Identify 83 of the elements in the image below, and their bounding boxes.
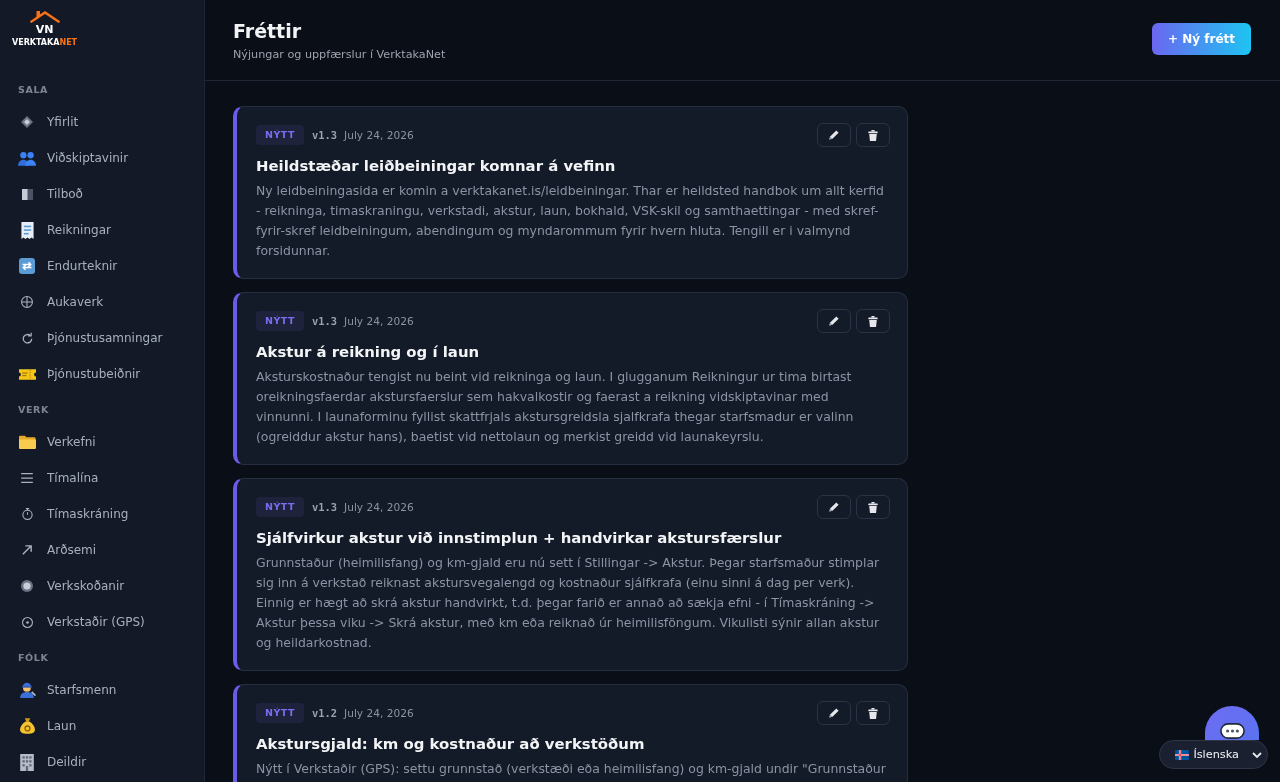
section-label: FÓLK xyxy=(18,651,50,665)
ticket-icon xyxy=(18,368,36,380)
building-icon xyxy=(20,753,34,771)
trash-icon xyxy=(868,315,878,327)
date-label: July 24, 2026 xyxy=(344,707,414,719)
news-body: Ny leidbeiningasida er komin a verktakanet.is/leidbeiningar. Thar er heildsted handbok um allt kerfid - reikninga, timaskraningu, verkstadi, akstur, laun, bokhald, VSK-skil og samthaettingar - med skref-fyrir-skref leidbeiningum, abendingum og myndarommum fyrir hvern hluta. Tengill er i valmynd forsidunnar. xyxy=(256,182,885,260)
nav-item[interactable]: Þjónustusamningar xyxy=(8,320,196,356)
nav-item[interactable]: Verkefni xyxy=(8,424,196,460)
delete-button[interactable] xyxy=(856,309,890,333)
new-tag: NÝTT xyxy=(256,311,304,331)
repeat-icon xyxy=(19,258,35,274)
diamond-icon xyxy=(21,116,33,128)
logo-wordmark: VERKTAKANET xyxy=(12,38,78,48)
page-subtitle: Nýjungar og uppfærslur í VerktakaNet xyxy=(233,47,446,63)
language-select[interactable]: Íslenska xyxy=(1159,740,1268,769)
nav-item[interactable]: Aukaverk xyxy=(8,284,196,320)
new-tag: NÝTT xyxy=(256,703,304,723)
date-label: July 24, 2026 xyxy=(344,129,414,141)
folder-icon xyxy=(18,435,36,449)
nav-item[interactable]: Laun xyxy=(8,708,196,744)
logo-monogram: VN xyxy=(35,24,54,36)
new-tag: NÝTT xyxy=(256,497,304,517)
news-title: Akstur á reikning og í laun xyxy=(256,342,481,363)
half-square-icon xyxy=(21,188,33,200)
section-label: VERK xyxy=(18,403,50,417)
money-bag-icon xyxy=(19,718,35,734)
house-roof-icon xyxy=(28,11,61,23)
pencil-icon xyxy=(829,316,839,326)
flag-icon xyxy=(1175,749,1190,760)
edit-button[interactable] xyxy=(817,701,851,725)
receipt-icon xyxy=(20,221,34,239)
news-body: Nýtt í Verkstaðir (GPS): settu grunnstað (verkstæði eða heimilisfang) og km-gjald undir "Grunnstaður xyxy=(256,760,887,778)
stopwatch-icon xyxy=(21,508,33,520)
pencil-icon xyxy=(829,130,839,140)
trash-icon xyxy=(868,129,878,141)
nav-item[interactable]: Tímaskráning xyxy=(8,496,196,532)
version-label: v1.3 xyxy=(312,129,338,141)
chat-button[interactable] xyxy=(1205,706,1259,740)
nav-item[interactable]: Reikningar xyxy=(8,212,196,248)
nav-item[interactable]: Deildir xyxy=(8,744,196,780)
people-icon xyxy=(18,150,36,166)
date-label: July 24, 2026 xyxy=(344,501,414,513)
nav-item[interactable]: Yfirlit xyxy=(8,104,196,140)
edit-button[interactable] xyxy=(817,309,851,333)
trash-icon xyxy=(868,501,878,513)
section-label: SALA xyxy=(18,83,49,97)
edit-button[interactable] xyxy=(817,123,851,147)
news-title: Sjálfvirkur akstur við innstimplun + handvirkar akstursfærslur xyxy=(256,528,783,549)
news-body: Grunnstaður (heimilisfang) og km-gjald eru nú sett í Stillingar -> Akstur. Þegar starfsmaður stimplar sig inn á verkstað reiknast akstursvegalengd og kostnaður sjálfkrafa (einu sinni á dag per verk). Einnig er hægt að skrá akstur handvirkt, t.d. þegar farið er annað að sækja efni - í Tímaskráning -> Akstur þessa viku -> Skrá akstur, með km eða reiknað úr heimilisföngum. Vikulisti sýnir allan akstur og heildarkostnad. xyxy=(256,554,881,652)
version-label: v1.3 xyxy=(312,315,338,327)
nav-item[interactable]: Verkskoðanir xyxy=(8,568,196,604)
nav-item[interactable]: Endurteknir xyxy=(8,248,196,284)
chevron-down-icon xyxy=(1252,751,1262,758)
list-icon xyxy=(21,473,33,483)
trash-icon xyxy=(868,707,878,719)
version-label: v1.2 xyxy=(312,707,338,719)
delete-button[interactable] xyxy=(856,495,890,519)
arrow-icon xyxy=(22,545,32,555)
ring-dot-icon xyxy=(21,580,33,592)
worker-icon xyxy=(18,682,36,698)
new-tag: NÝTT xyxy=(256,125,304,145)
speech-bubble-icon xyxy=(1219,723,1245,739)
version-label: v1.3 xyxy=(312,501,338,513)
news-title: Akstursgjald: km og kostnaður að verkstöðum xyxy=(256,734,646,755)
nav-item[interactable]: Viðskiptavinir xyxy=(8,140,196,176)
edit-button[interactable] xyxy=(817,495,851,519)
nav-item[interactable]: Arðsemi xyxy=(8,532,196,568)
page-title: Fréttir xyxy=(233,19,303,44)
delete-button[interactable] xyxy=(856,701,890,725)
nav-item[interactable]: Tilboð xyxy=(8,176,196,212)
pencil-icon xyxy=(829,502,839,512)
nav-item[interactable]: Verkstaðir (GPS) xyxy=(8,604,196,640)
circular-arrow-icon xyxy=(21,332,33,344)
nav-item[interactable]: Þjónustubeiðnir xyxy=(8,356,196,392)
news-body: Aksturskostnaður tengist nu beint vid reikninga og laun. I glugganum Reikningur ur tima birtast oreikningsfaerdar akstursfaerslur sem hakvalkostir og faerast a reikning vidskiptavinar med vinnunni. I launaforminu fyllist skattfrjals akstursgreidsla sjalfkrafa thegar starfsmadur er valinn (ogreiddur akstur hans), baetist vid nettolaun og merkist greidd vid launakeyrslu. xyxy=(256,368,855,446)
date-label: July 24, 2026 xyxy=(344,315,414,327)
delete-button[interactable] xyxy=(856,123,890,147)
pencil-icon xyxy=(829,708,839,718)
nav-item[interactable]: Starfsmenn xyxy=(8,672,196,708)
circle-plus-icon xyxy=(21,296,33,308)
circle-dot-icon xyxy=(21,616,33,628)
news-title: Heildstæðar leiðbeiningar komnar á vefinn xyxy=(256,156,617,177)
nav-item[interactable]: Tímalína xyxy=(8,460,196,496)
